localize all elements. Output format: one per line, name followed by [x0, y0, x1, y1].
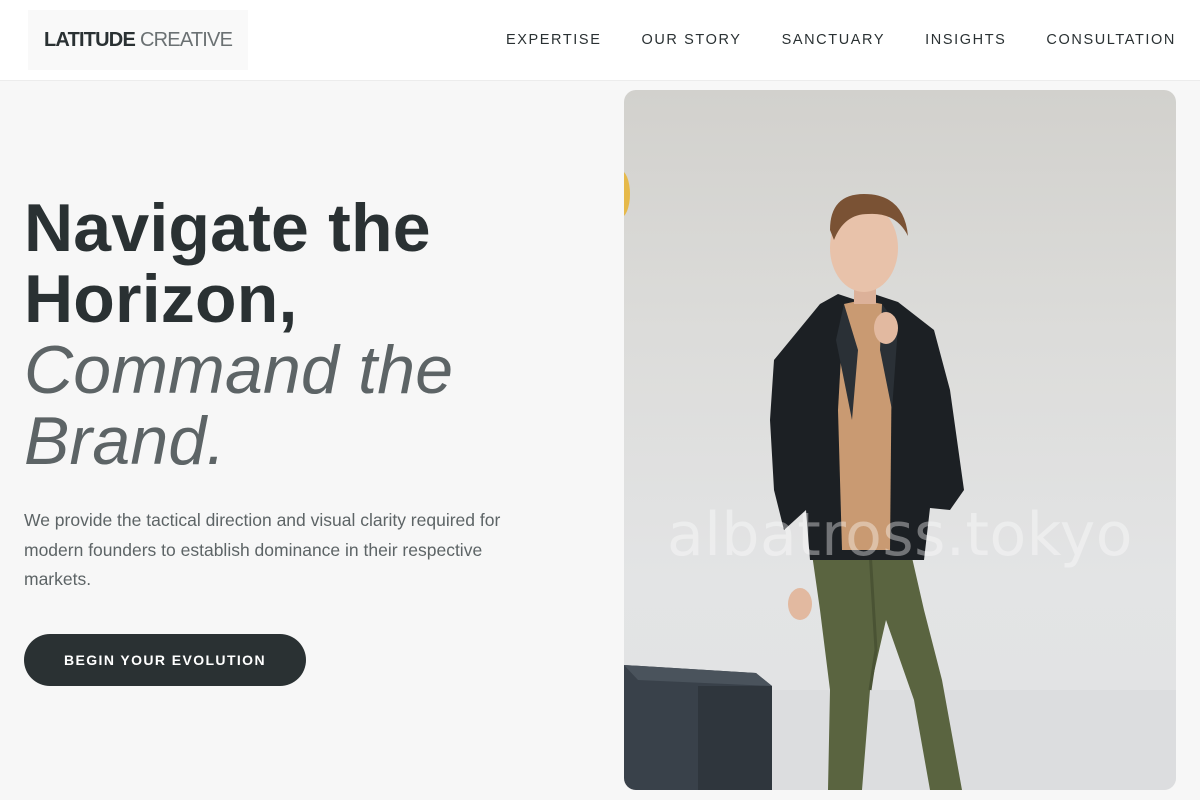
nav-link-expertise[interactable]: EXPERTISE [506, 32, 602, 48]
site-header: LATITUDE CREATIVE EXPERTISE OUR STORY SA… [0, 0, 1200, 81]
nav-link-consultation[interactable]: CONSULTATION [1046, 32, 1176, 48]
main-nav: EXPERTISE OUR STORY SANCTUARY INSIGHTS C… [506, 0, 1176, 80]
hero-title: Navigate the Horizon, Command the Brand. [24, 193, 584, 477]
nav-link-insights[interactable]: INSIGHTS [925, 32, 1006, 48]
hero-image: albatross.tokyo [624, 90, 1176, 790]
hero-title-accent-line-2: Brand. [24, 403, 226, 479]
begin-evolution-button[interactable]: BEGIN YOUR EVOLUTION [24, 634, 306, 686]
hero-title-line-2: Horizon, [24, 261, 298, 337]
hero-title-accent-line-1: Command the [24, 332, 454, 408]
hero-photo-illustration [624, 172, 1176, 790]
hero-subtitle: We provide the tactical direction and vi… [24, 510, 501, 589]
brand-name-strong: LATITUDE [44, 28, 136, 51]
nav-link-sanctuary[interactable]: SANCTUARY [782, 32, 886, 48]
brand-logo[interactable]: LATITUDE CREATIVE [28, 10, 248, 70]
hero-title-line-1: Navigate the [24, 190, 431, 266]
nav-link-our-story[interactable]: OUR STORY [641, 32, 741, 48]
brand-name-light: CREATIVE [140, 28, 233, 51]
